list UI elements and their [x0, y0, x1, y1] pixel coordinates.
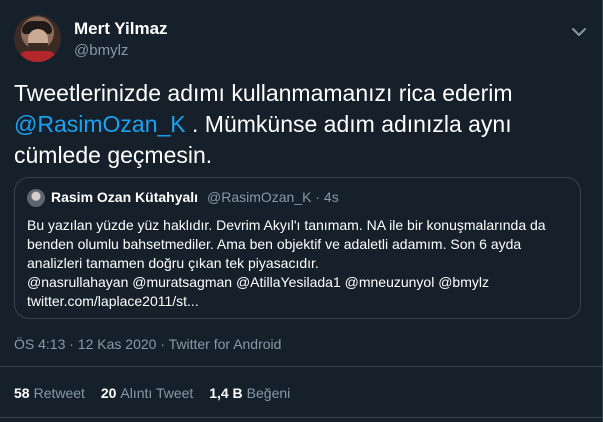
quoted-tweet-body: Bu yazılan yüzde yüz haklıdır. Devrim Ak…: [27, 217, 546, 309]
quotes-count: 20: [100, 385, 117, 401]
more-icon-svg: [572, 28, 586, 36]
divider: [0, 366, 603, 367]
tweet-header: Mert Yilmaz @bmylz: [14, 12, 590, 68]
quotes-label: Alıntı Tweet: [120, 385, 194, 401]
divider: [0, 417, 603, 418]
quoted-author-handle: @RasimOzan_K · 4s: [207, 189, 339, 205]
quoted-tweet-header: Rasim Ozan Kütahyalı @RasimOzan_K · 4s: [27, 188, 567, 208]
quoted-tweet[interactable]: Rasim Ozan Kütahyalı @RasimOzan_K · 4s B…: [14, 177, 581, 319]
quoted-author-avatar: [27, 189, 45, 207]
author-avatar[interactable]: [14, 15, 61, 62]
tweet-stats: 58 Retweet 20 Alıntı Tweet 1,4 B Beğeni: [14, 385, 302, 401]
likes-label: Beğeni: [246, 385, 291, 401]
retweets-count: 58: [14, 385, 30, 401]
retweets-stat[interactable]: 58 Retweet: [14, 385, 85, 401]
tweet-text-before: Tweetlerinizde adımı kullanmamanızı rica…: [14, 80, 513, 106]
likes-count: 1,4 B: [209, 385, 243, 401]
tweet-meta: ÖS 4:13 · 12 Kas 2020 · Twitter for Andr…: [14, 336, 282, 352]
more-icon[interactable]: [568, 20, 590, 42]
tweet-text: Tweetlerinizde adımı kullanmamanızı rica…: [14, 78, 579, 171]
retweets-label: Retweet: [33, 385, 85, 401]
author-handle[interactable]: @bmylz: [74, 42, 128, 59]
mention-link[interactable]: @RasimOzan_K: [14, 111, 186, 137]
avatar-shirt: [19, 51, 56, 62]
tweet-detail: Mert Yilmaz @bmylz Tweetlerinizde adımı …: [0, 0, 603, 422]
author-name[interactable]: Mert Yilmaz: [74, 19, 168, 39]
likes-stat[interactable]: 1,4 B Beğeni: [209, 385, 290, 401]
quoted-author-name: Rasim Ozan Kütahyalı: [51, 189, 199, 205]
quotes-stat[interactable]: 20 Alıntı Tweet: [101, 385, 193, 401]
